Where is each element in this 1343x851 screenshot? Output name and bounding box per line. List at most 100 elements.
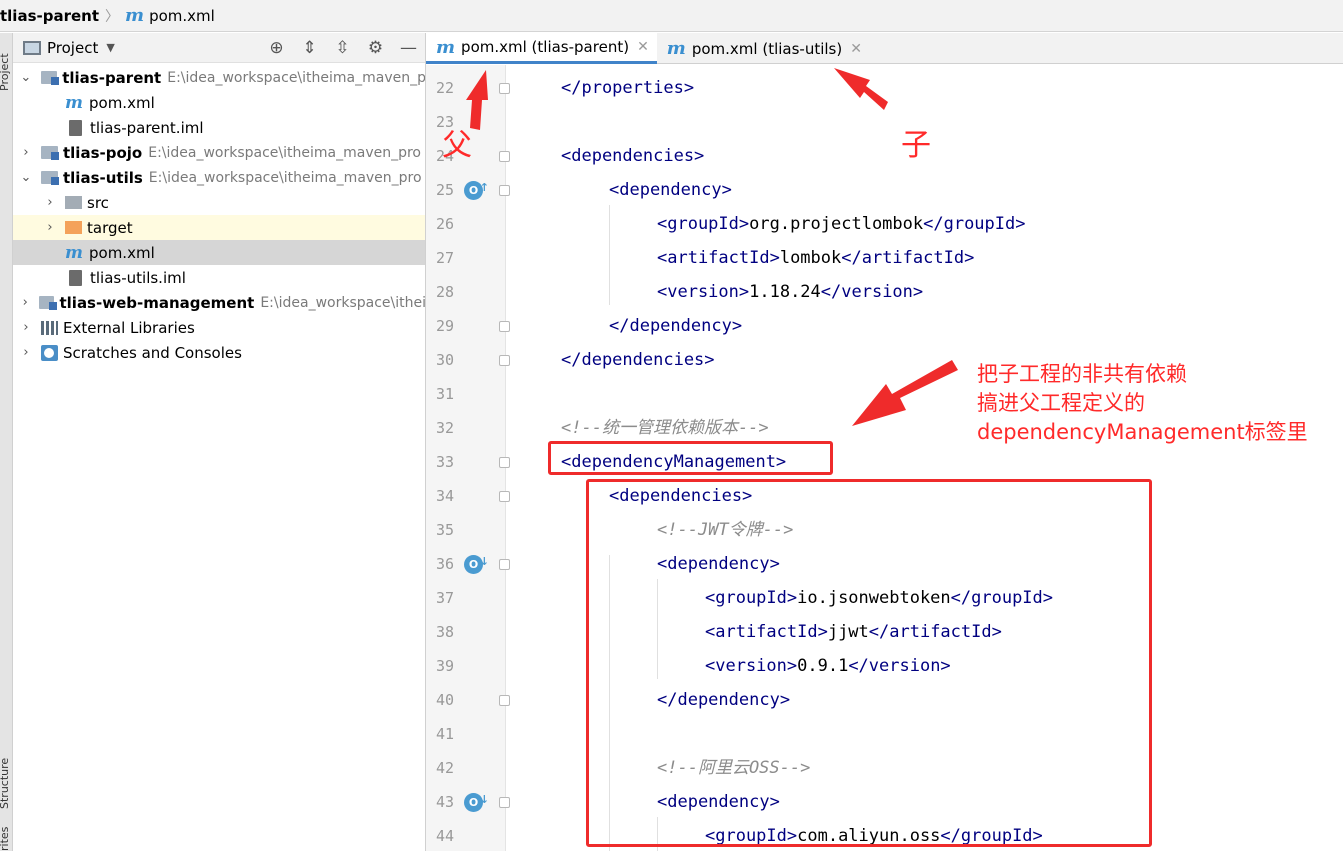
project-tool-tab[interactable]: Project bbox=[0, 53, 11, 91]
tree-item-label: tlias-web-management bbox=[59, 293, 255, 312]
excluded-folder-icon bbox=[65, 221, 82, 234]
chevron-right-icon[interactable]: › bbox=[19, 320, 33, 335]
iml-file-icon bbox=[69, 269, 82, 286]
fold-marker-icon[interactable] bbox=[499, 355, 510, 366]
line-number: 43 bbox=[435, 793, 454, 811]
code-line: 23 bbox=[426, 105, 1343, 139]
tree-item-label: Scratches and Consoles bbox=[63, 343, 242, 362]
code-text: <version>1.18.24</version> bbox=[657, 282, 924, 302]
line-number: 44 bbox=[435, 827, 454, 845]
line-number: 42 bbox=[435, 759, 454, 777]
fold-marker-icon[interactable] bbox=[499, 797, 510, 808]
line-number: 25 bbox=[435, 181, 454, 199]
tree-item-tlias-pojo[interactable]: › tlias-pojo E:\idea_workspace\itheima_m… bbox=[13, 140, 425, 165]
fold-marker-icon[interactable] bbox=[499, 457, 510, 468]
line-number: 34 bbox=[435, 487, 454, 505]
project-view-title[interactable]: Project bbox=[47, 39, 98, 57]
close-icon[interactable]: ✕ bbox=[637, 39, 649, 55]
tab-label: pom.xml (tlias-parent) bbox=[461, 38, 630, 56]
tree-item-target[interactable]: › target bbox=[13, 215, 425, 240]
maven-icon: m bbox=[65, 242, 83, 263]
tree-item-parent-iml[interactable]: tlias-parent.iml bbox=[13, 115, 425, 140]
breadcrumb-separator-icon: 〉 bbox=[105, 8, 120, 25]
tree-item-label: pom.xml bbox=[89, 243, 155, 262]
chevron-down-icon[interactable]: ⌄ bbox=[19, 170, 33, 185]
highlight-dependencies-block bbox=[586, 479, 1152, 847]
overridden-icon[interactable]: O ↓ bbox=[464, 555, 489, 574]
favorites-tool-tab[interactable]: rites bbox=[0, 827, 11, 851]
fold-marker-icon[interactable] bbox=[499, 321, 510, 332]
tree-item-label: tlias-utils.iml bbox=[90, 268, 186, 287]
project-view-icon bbox=[23, 40, 41, 55]
module-folder-icon bbox=[39, 296, 58, 310]
overrides-icon[interactable]: O ↑ bbox=[464, 181, 489, 200]
tree-item-utils-iml[interactable]: tlias-utils.iml bbox=[13, 265, 425, 290]
breadcrumb-file[interactable]: pom.xml bbox=[149, 7, 215, 25]
tree-item-label: tlias-parent.iml bbox=[90, 118, 204, 137]
chevron-right-icon[interactable]: › bbox=[19, 145, 33, 160]
tree-item-tlias-parent[interactable]: ⌄ tlias-parent E:\idea_workspace\itheima… bbox=[13, 65, 425, 90]
line-number: 33 bbox=[435, 453, 454, 471]
close-icon[interactable]: ✕ bbox=[850, 41, 862, 57]
fold-marker-icon[interactable] bbox=[499, 151, 510, 162]
chevron-right-icon[interactable]: › bbox=[19, 295, 31, 310]
fold-marker-icon[interactable] bbox=[499, 695, 510, 706]
maven-icon: m bbox=[666, 38, 686, 59]
line-number: 22 bbox=[435, 79, 454, 97]
tree-item-parent-pom[interactable]: m pom.xml bbox=[13, 90, 425, 115]
tree-item-src[interactable]: › src bbox=[13, 190, 425, 215]
structure-tool-tab[interactable]: Structure bbox=[0, 758, 11, 809]
breadcrumb-project[interactable]: tlias-parent bbox=[0, 7, 99, 25]
line-number: 31 bbox=[435, 385, 454, 403]
fold-marker-icon[interactable] bbox=[499, 185, 510, 196]
code-text: </properties> bbox=[561, 78, 695, 98]
tab-parent-pom[interactable]: m pom.xml (tlias-parent) ✕ bbox=[426, 33, 657, 64]
tree-item-label: tlias-utils bbox=[63, 168, 143, 187]
module-folder-icon bbox=[41, 171, 59, 185]
line-number: 27 bbox=[435, 249, 454, 267]
project-toolbar: Project ▼ ⊕ ⇕ ⇳ ⚙ — bbox=[13, 33, 425, 63]
tree-item-label: External Libraries bbox=[63, 318, 195, 337]
chevron-down-icon[interactable]: ▼ bbox=[106, 41, 114, 54]
line-number: 40 bbox=[435, 691, 454, 709]
chevron-down-icon[interactable]: ⌄ bbox=[19, 70, 33, 85]
tree-item-label: target bbox=[87, 218, 133, 237]
chevron-right-icon[interactable]: › bbox=[43, 195, 57, 210]
fold-marker-icon[interactable] bbox=[499, 559, 510, 570]
tree-item-tlias-utils[interactable]: ⌄ tlias-utils E:\idea_workspace\itheima_… bbox=[13, 165, 425, 190]
line-number: 29 bbox=[435, 317, 454, 335]
code-text: <!--统一管理依赖版本--> bbox=[561, 418, 769, 438]
maven-icon: m bbox=[65, 92, 83, 113]
note-line: dependencyManagement标签里 bbox=[977, 420, 1308, 444]
overridden-icon[interactable]: O ↓ bbox=[464, 793, 489, 812]
tree-item-label: tlias-parent bbox=[62, 68, 162, 87]
navigation-bar: tlias-parent 〉 m pom.xml bbox=[0, 0, 1343, 32]
expand-all-icon[interactable]: ⇕ bbox=[293, 38, 326, 58]
left-tool-strip: Project Structure rites bbox=[0, 33, 13, 851]
collapse-all-icon[interactable]: ⇳ bbox=[326, 38, 359, 58]
fold-marker-icon[interactable] bbox=[499, 83, 510, 94]
code-line: 25 O ↑ <dependency> bbox=[426, 173, 1343, 207]
chevron-right-icon[interactable]: › bbox=[43, 220, 57, 235]
tree-item-tlias-web-management[interactable]: › tlias-web-management E:\idea_workspace… bbox=[13, 290, 425, 315]
chevron-right-icon[interactable]: › bbox=[19, 345, 33, 360]
module-folder-icon bbox=[40, 71, 59, 85]
tree-item-label: pom.xml bbox=[89, 93, 155, 112]
tree-item-utils-pom[interactable]: m pom.xml bbox=[13, 240, 425, 265]
code-text: <artifactId>lombok</artifactId> bbox=[657, 248, 975, 268]
code-line: 29 </dependency> bbox=[426, 309, 1343, 343]
tree-item-external-libraries[interactable]: › External Libraries bbox=[13, 315, 425, 340]
locate-file-icon[interactable]: ⊕ bbox=[260, 38, 293, 58]
fold-marker-icon[interactable] bbox=[499, 491, 510, 502]
module-folder-icon bbox=[41, 146, 59, 160]
line-number: 38 bbox=[435, 623, 454, 641]
gear-icon[interactable]: ⚙ bbox=[359, 38, 392, 58]
library-icon bbox=[41, 320, 58, 335]
iml-file-icon bbox=[69, 119, 82, 136]
line-number: 36 bbox=[435, 555, 454, 573]
hide-panel-icon[interactable]: — bbox=[392, 38, 425, 58]
tree-item-scratches[interactable]: › Scratches and Consoles bbox=[13, 340, 425, 365]
note-line: 搞进父工程定义的 bbox=[977, 391, 1145, 415]
tab-utils-pom[interactable]: m pom.xml (tlias-utils) ✕ bbox=[657, 33, 870, 64]
line-number: 41 bbox=[435, 725, 454, 743]
